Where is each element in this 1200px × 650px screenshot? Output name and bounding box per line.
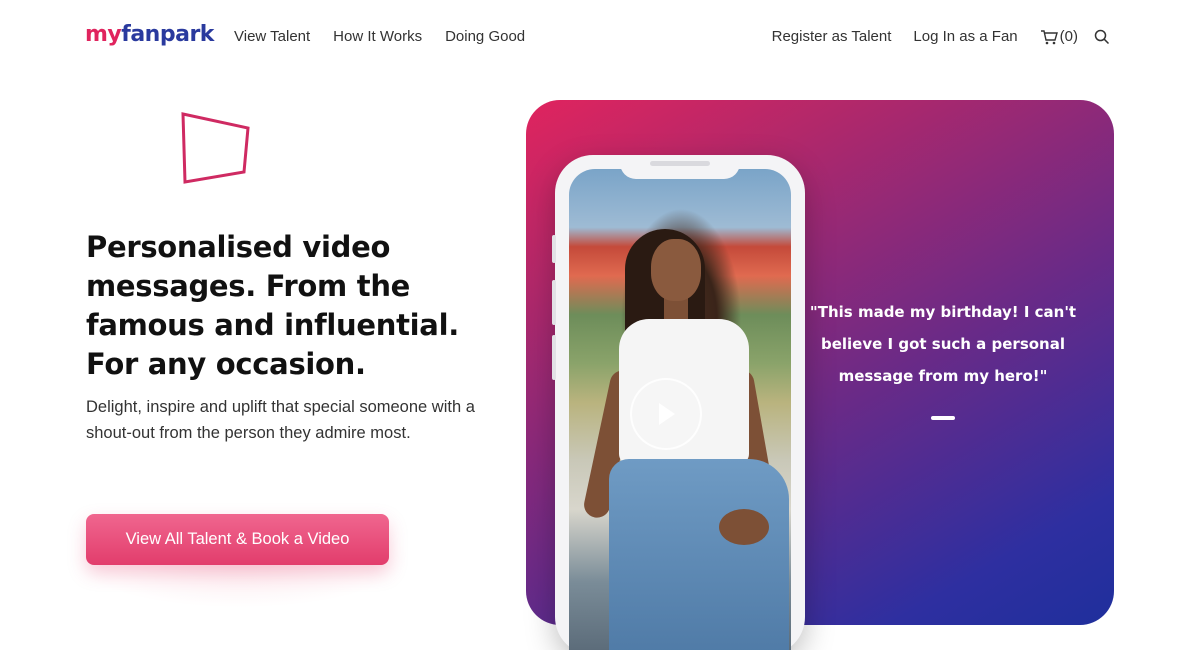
- phone-side-button: [552, 235, 556, 263]
- play-video-button[interactable]: [630, 378, 702, 450]
- logo-part-my: my: [85, 22, 122, 47]
- phone-speaker: [650, 161, 710, 166]
- cart-icon: [1040, 29, 1058, 44]
- nav-login-fan[interactable]: Log In as a Fan: [913, 28, 1017, 45]
- testimonial-quote: "This made my birthday! I can't believe …: [809, 303, 1077, 385]
- phone-side-button: [552, 335, 556, 380]
- person-face: [651, 239, 701, 301]
- hero-subtitle: Delight, inspire and uplift that special…: [86, 398, 475, 442]
- play-icon: [659, 403, 675, 425]
- hero-title: Personalised video messages. From the fa…: [86, 230, 459, 381]
- cart-button[interactable]: (0): [1040, 28, 1078, 45]
- logo-part-fanpark: fanpark: [121, 22, 214, 47]
- nav-register-talent[interactable]: Register as Talent: [772, 28, 892, 45]
- search-icon: [1094, 29, 1110, 44]
- quote-divider: [931, 416, 955, 420]
- decorative-frame-icon: [181, 112, 250, 184]
- secondary-nav: Register as Talent Log In as a Fan (0): [750, 28, 1110, 45]
- site-header: myfanpark View Talent How It Works Doing…: [0, 0, 1200, 76]
- person-jeans: [609, 459, 789, 650]
- cart-count: (0): [1059, 28, 1078, 45]
- phone-side-button: [552, 280, 556, 325]
- nav-doing-good[interactable]: Doing Good: [445, 28, 525, 45]
- primary-nav: View Talent How It Works Doing Good: [234, 28, 548, 45]
- person-knee: [719, 509, 769, 545]
- search-button[interactable]: [1094, 29, 1110, 45]
- phone-notch: [620, 155, 740, 179]
- nav-how-it-works[interactable]: How It Works: [333, 28, 422, 45]
- nav-view-talent[interactable]: View Talent: [234, 28, 310, 45]
- logo[interactable]: myfanpark: [85, 22, 214, 47]
- view-all-talent-button[interactable]: View All Talent & Book a Video: [86, 514, 389, 565]
